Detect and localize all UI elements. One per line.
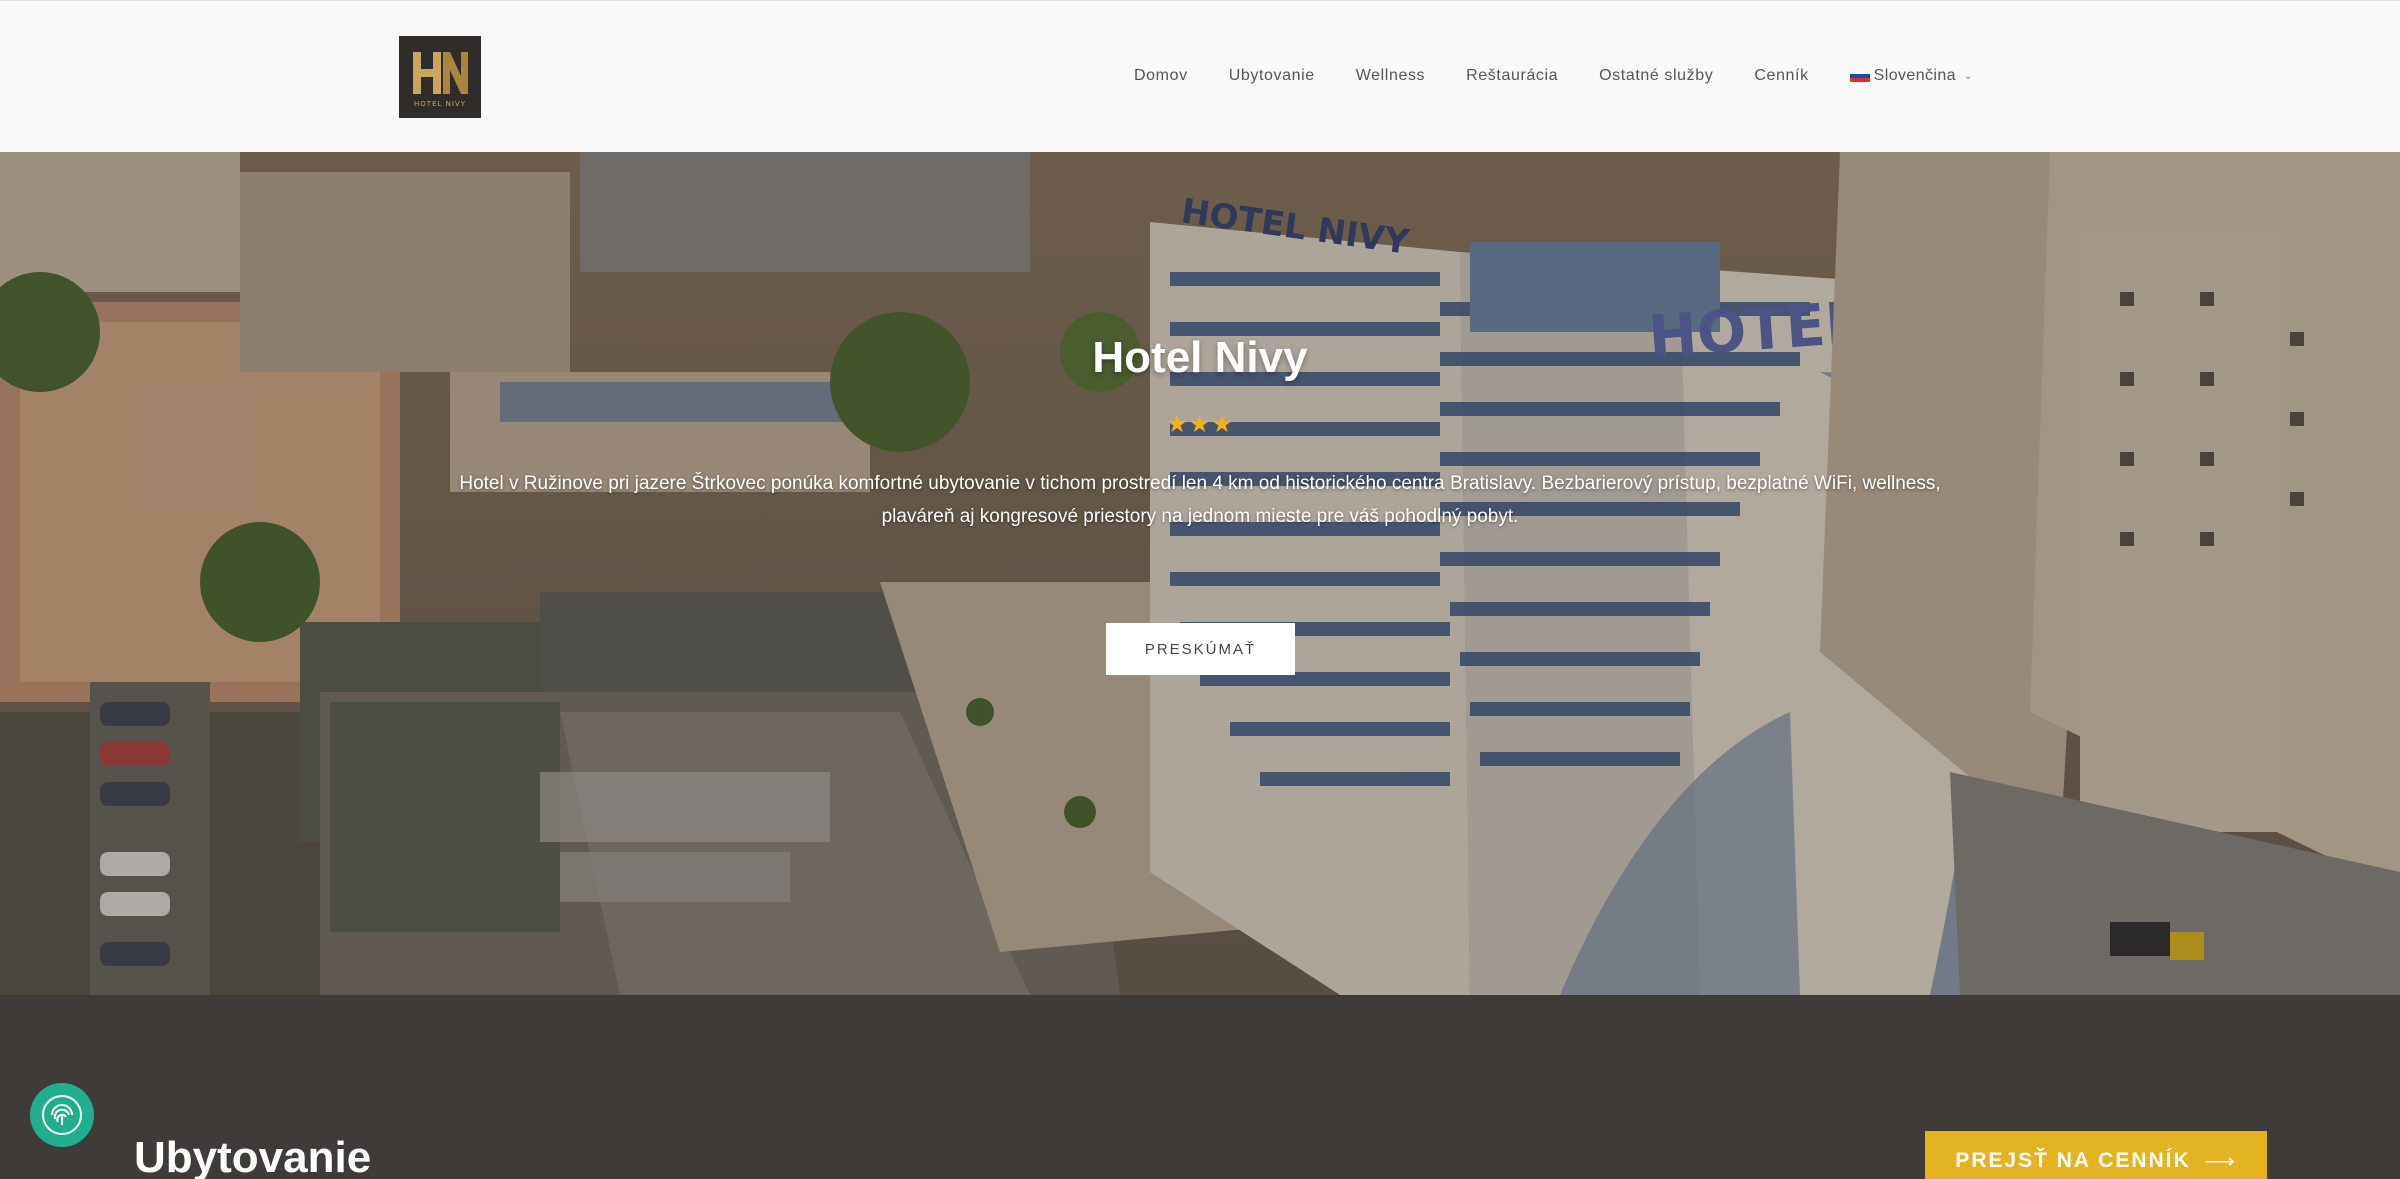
arrow-right-icon: ⟶: [2204, 1149, 2237, 1173]
nav-item-ubytovanie[interactable]: Ubytovanie: [1229, 67, 1315, 85]
language-switcher[interactable]: Slovenčina ⌄: [1849, 67, 1973, 85]
price-list-button-label: PREJSŤ NA CENNÍK: [1955, 1149, 2191, 1172]
fingerprint-icon: [42, 1095, 82, 1135]
hero-overlay: [0, 152, 2400, 995]
language-label: Slovenčina: [1873, 67, 1956, 84]
cookie-consent-button[interactable]: [30, 1083, 94, 1147]
nav-item-ostatne-sluzby[interactable]: Ostatné služby: [1599, 67, 1713, 85]
nav-item-wellness[interactable]: Wellness: [1356, 67, 1425, 85]
logo-text: HOTEL NIVY: [414, 100, 466, 108]
hotel-logo[interactable]: HOTEL NIVY: [399, 36, 481, 118]
hero-title: Hotel Nivy: [1092, 333, 1308, 382]
hero-section: HOTEL NIVY HOTEL Hotel Nivy ★★★ Hotel v …: [0, 152, 2400, 995]
nav-item-restauracia[interactable]: Reštaurácia: [1466, 67, 1558, 85]
slovak-flag-icon: [1849, 69, 1870, 83]
hero-description: Hotel v Ružinove pri jazere Štrkovec pon…: [459, 473, 1941, 527]
nav-item-domov[interactable]: Domov: [1134, 67, 1188, 85]
nav-item-cennik[interactable]: Cenník: [1754, 67, 1808, 85]
accommodation-section: Ubytovanie PREJSŤ NA CENNÍK ⟶: [0, 995, 2400, 1179]
chevron-down-icon: ⌄: [1963, 70, 1973, 82]
explore-button[interactable]: PRESKÚMAŤ: [1106, 623, 1295, 675]
site-header: HOTEL NIVY Domov Ubytovanie Wellness Reš…: [0, 0, 2400, 152]
star-rating: ★★★: [1166, 411, 1234, 438]
section-title: Ubytovanie: [134, 1133, 372, 1179]
main-nav: Domov Ubytovanie Wellness Reštaurácia Os…: [1134, 67, 1973, 85]
price-list-button[interactable]: PREJSŤ NA CENNÍK ⟶: [1925, 1131, 2267, 1179]
